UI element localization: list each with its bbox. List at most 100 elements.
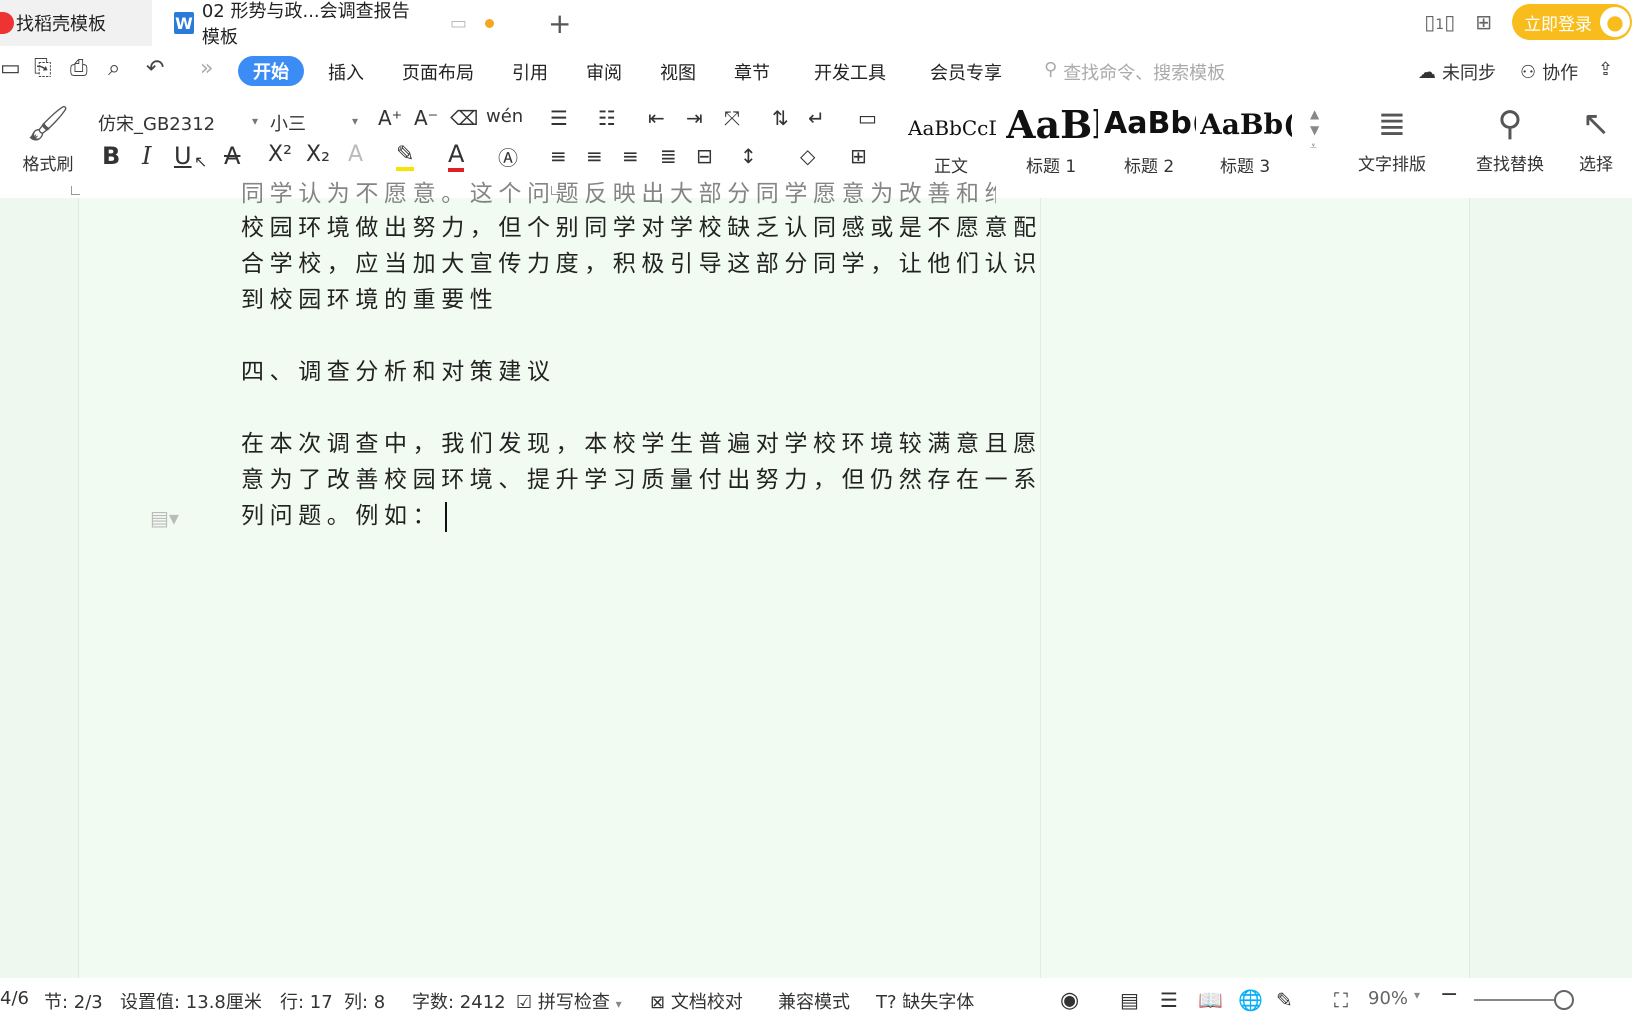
undo-icon[interactable]: ↶ (146, 56, 164, 81)
tab-home-templates[interactable]: 找稻壳模板 (0, 0, 152, 46)
text-line: 在本次调查中，我们发现，本校学生普遍对学校环境较满意且愿 (241, 431, 1042, 457)
style-normal-label[interactable]: 正文 (934, 152, 968, 177)
export-icon[interactable]: ⎘ (34, 56, 52, 81)
align-right-icon[interactable]: ≡ (622, 144, 639, 168)
page-view-icon[interactable]: ▯1▯ (1424, 10, 1455, 34)
spell-check-button[interactable]: ☑ 拼写检查 ▾ (516, 988, 622, 1014)
line-spacing-icon[interactable]: ↕ (740, 144, 757, 168)
format-painter-button[interactable]: 🖌 格式刷 (18, 104, 78, 175)
write-mode-icon[interactable]: ✎ (1276, 988, 1293, 1012)
grow-font-icon[interactable]: A⁺ (378, 106, 402, 130)
grid-apps-icon[interactable]: ⊞ (1475, 10, 1492, 34)
new-tab-plus-icon[interactable]: + (548, 7, 571, 40)
column-number: 列: 8 (344, 992, 386, 1013)
sync-button[interactable]: ☁ 未同步 (1418, 59, 1496, 85)
window-pin-icon[interactable]: ▭ (450, 13, 467, 34)
missing-font-label: 缺失字体 (902, 992, 975, 1013)
tab-view[interactable]: 视图 (660, 59, 696, 85)
proofread-button[interactable]: ⊠ 文档校对 (650, 988, 743, 1014)
more-quick-icon[interactable]: » (200, 56, 213, 81)
shrink-font-icon[interactable]: A⁻ (414, 106, 438, 130)
style-heading2-sample[interactable]: AaBb( (1104, 106, 1196, 141)
zoom-out-icon[interactable]: − (1440, 982, 1458, 1007)
tab-review[interactable]: 审阅 (586, 59, 622, 85)
increase-indent-icon[interactable]: ⇥ (686, 106, 703, 130)
strikethrough-icon[interactable]: A (224, 142, 240, 170)
style-heading2-label[interactable]: 标题 2 (1124, 152, 1174, 177)
tab-member[interactable]: 会员专享 (930, 59, 1002, 85)
paragraph-handle-icon[interactable]: ▤▾ (150, 506, 179, 530)
tab-chapter[interactable]: 章节 (734, 59, 770, 85)
section-count[interactable]: 节: 2/3 (44, 988, 103, 1014)
print-icon[interactable]: ⎙ (70, 56, 88, 81)
font-name-select[interactable]: 仿宋_GB2312 (98, 110, 215, 136)
zoom-slider-track[interactable] (1474, 999, 1562, 1001)
word-count[interactable]: 字数: 2412 (412, 988, 506, 1014)
style-heading1-label[interactable]: 标题 1 (1026, 152, 1076, 177)
tab-page-layout[interactable]: 页面布局 (402, 59, 474, 85)
font-name-dropdown-icon[interactable]: ▾ (252, 114, 258, 128)
tab-references[interactable]: 引用 (512, 59, 548, 85)
user-avatar-icon: ● (1600, 7, 1630, 37)
page-count[interactable]: 4/6 (0, 988, 29, 1009)
style-normal-sample[interactable]: AaBbCcDd (908, 116, 996, 140)
save-icon[interactable]: ▭ (0, 56, 21, 81)
eye-protect-icon[interactable]: ◉ (1060, 988, 1079, 1013)
compat-mode[interactable]: 兼容模式 (778, 988, 850, 1014)
italic-icon[interactable]: I (142, 142, 151, 170)
bullet-list-icon[interactable]: ☰ (550, 106, 568, 130)
highlight-icon[interactable]: ✎ (396, 142, 415, 171)
style-heading3-label[interactable]: 标题 3 (1220, 152, 1270, 177)
position-setting[interactable]: 设置值: 13.8厘米 (120, 988, 262, 1014)
zoom-level[interactable]: 90% (1368, 988, 1408, 1009)
zoom-slider-handle[interactable] (1554, 990, 1574, 1010)
text-line: 校园环境做出努力，但个别同学对学校缺乏认同感或是不愿意配 (241, 215, 1042, 241)
font-color-icon[interactable]: A (448, 140, 465, 172)
tab-document[interactable]: W 02 形势与政...会调查报告模板 ▭ (174, 0, 494, 48)
shading-icon[interactable]: ◇ (800, 144, 815, 168)
font-size-dropdown-icon[interactable]: ▾ (352, 114, 358, 128)
collaborate-button[interactable]: ⚇ 协作 (1520, 59, 1578, 85)
style-heading3-sample[interactable]: AaBb( (1200, 108, 1292, 141)
tab-insert[interactable]: 插入 (328, 59, 364, 85)
phonetic-guide-icon[interactable]: wén (486, 106, 523, 127)
style-scroll-icon[interactable]: ▲ ▼ ⩡ (1310, 106, 1319, 154)
align-left-icon[interactable]: ≡ (550, 144, 567, 168)
share-button[interactable]: ⇪ (1598, 59, 1613, 80)
text-layout-button[interactable]: ≣ 文字排版 (1344, 104, 1440, 175)
font-size-select[interactable]: 小三 (270, 110, 306, 136)
zoom-dropdown-icon[interactable]: ▾ (1414, 988, 1420, 1002)
ruler-icon[interactable]: ▭ (858, 106, 877, 130)
sort-icon[interactable]: ⇅ (772, 106, 789, 130)
outline-view-icon[interactable]: ☰ (1160, 988, 1178, 1012)
tab-developer[interactable]: 开发工具 (814, 59, 886, 85)
show-marks-icon[interactable]: ↵ (808, 106, 825, 130)
text-effect-icon[interactable]: A (348, 142, 363, 167)
read-mode-icon[interactable]: 📖 (1198, 988, 1223, 1012)
login-button[interactable]: 立即登录 ● (1512, 4, 1632, 40)
underline-icon[interactable]: U (174, 142, 192, 170)
find-replace-button[interactable]: ⚲ 查找替换 (1462, 104, 1558, 175)
select-button[interactable]: ↖ 选择 (1566, 104, 1626, 175)
print-preview-icon[interactable]: ⌕ (108, 56, 120, 81)
bold-icon[interactable]: B (102, 142, 120, 170)
web-view-icon[interactable]: 🌐 (1238, 988, 1263, 1012)
page-view-mode-icon[interactable]: ▤ (1120, 988, 1139, 1012)
decrease-indent-icon[interactable]: ⇤ (648, 106, 665, 130)
borders-icon[interactable]: ⊞ (850, 144, 867, 168)
justify-icon[interactable]: ≣ (660, 144, 677, 168)
subscript-icon[interactable]: X₂ (306, 142, 330, 167)
align-center-icon[interactable]: ≡ (586, 144, 603, 168)
chinese-layout-icon[interactable]: ⤧ (724, 106, 740, 130)
fit-page-icon[interactable]: ⛶ (1334, 988, 1348, 1012)
missing-font-button[interactable]: T? 缺失字体 (876, 988, 974, 1014)
numbered-list-icon[interactable]: ☷ (598, 106, 616, 130)
distributed-icon[interactable]: ⊟ (696, 144, 713, 168)
command-search[interactable]: ⚲ 查找命令、搜索模板 (1044, 59, 1225, 85)
style-heading1-sample[interactable]: AaBl (1006, 102, 1098, 147)
superscript-icon[interactable]: X² (268, 142, 292, 167)
clear-format-icon[interactable]: ⌫ (450, 106, 478, 130)
tab-home-ribbon[interactable]: 开始 (238, 56, 304, 86)
char-border-icon[interactable]: Ⓐ (498, 142, 518, 171)
document-body[interactable]: 同学认为不愿意。这个问题反映出大部分同学愿意为改善和维护 校园环境做出努力，但个… (241, 176, 1042, 534)
